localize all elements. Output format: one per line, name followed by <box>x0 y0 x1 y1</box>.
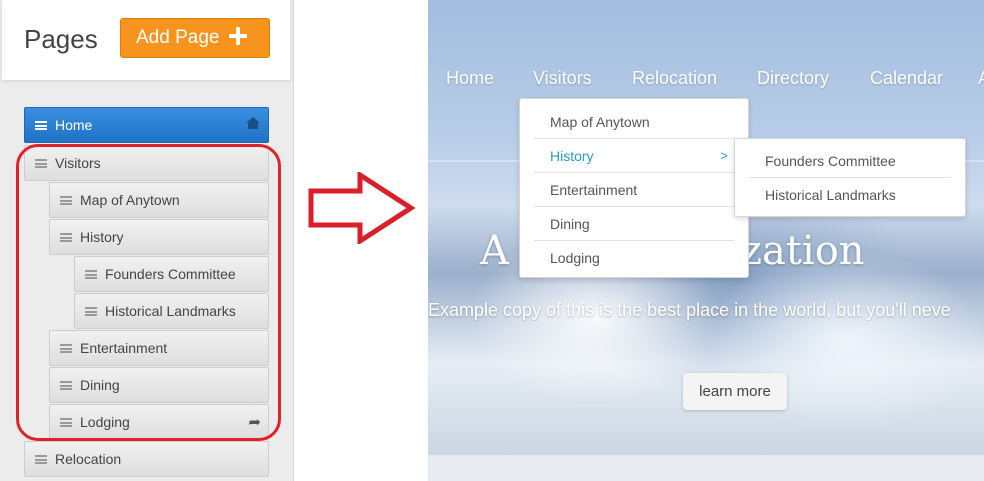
nav-relocation[interactable]: Relocation <box>632 68 717 89</box>
nav-home[interactable]: Home <box>446 68 494 89</box>
pages-header: Pages Add Page <box>2 0 290 80</box>
hero-title-left: A <box>480 228 509 274</box>
add-page-label: Add Page <box>136 27 220 48</box>
submenu-item-founders-committee[interactable]: Founders Committee <box>749 144 951 178</box>
submenu-caret-icon: > <box>720 148 728 163</box>
highlight-frame <box>16 144 281 441</box>
home-icon <box>246 117 260 131</box>
dropdown-item-entertainment[interactable]: Entertainment <box>534 173 734 207</box>
learn-more-button[interactable]: learn more <box>683 373 787 410</box>
nav-directory[interactable]: Directory <box>757 68 829 89</box>
dropdown-item-history[interactable]: History > <box>534 139 734 173</box>
nav-cut-off[interactable]: A <box>978 68 984 89</box>
nav-calendar[interactable]: Calendar <box>870 68 943 89</box>
tree-item-label: Home <box>55 117 93 133</box>
dropdown-item-lodging[interactable]: Lodging <box>534 241 734 275</box>
dropdown-item-label: History <box>550 147 594 164</box>
plus-icon <box>229 27 247 45</box>
tree-item-relocation[interactable]: Relocation <box>24 441 269 477</box>
nav-visitors[interactable]: Visitors <box>533 68 592 89</box>
dropdown-item-map-of-anytown[interactable]: Map of Anytown <box>534 105 734 139</box>
pages-title: Pages <box>24 24 98 54</box>
visitors-dropdown: Map of Anytown History > Entertainment D… <box>519 98 749 278</box>
submenu-item-historical-landmarks[interactable]: Historical Landmarks <box>749 178 951 212</box>
dropdown-item-dining[interactable]: Dining <box>534 207 734 241</box>
preview-footer-strip <box>428 455 984 481</box>
drag-handle-icon[interactable] <box>35 455 47 464</box>
hero-copy: Example copy of this is the best place i… <box>428 300 951 320</box>
tree-item-home[interactable]: Home <box>24 107 269 143</box>
drag-handle-icon[interactable] <box>35 121 47 130</box>
right-arrow-icon <box>308 172 416 244</box>
history-submenu: Founders Committee Historical Landmarks <box>734 138 966 217</box>
add-page-button[interactable]: Add Page <box>120 18 270 58</box>
tree-item-label: Relocation <box>55 451 122 467</box>
